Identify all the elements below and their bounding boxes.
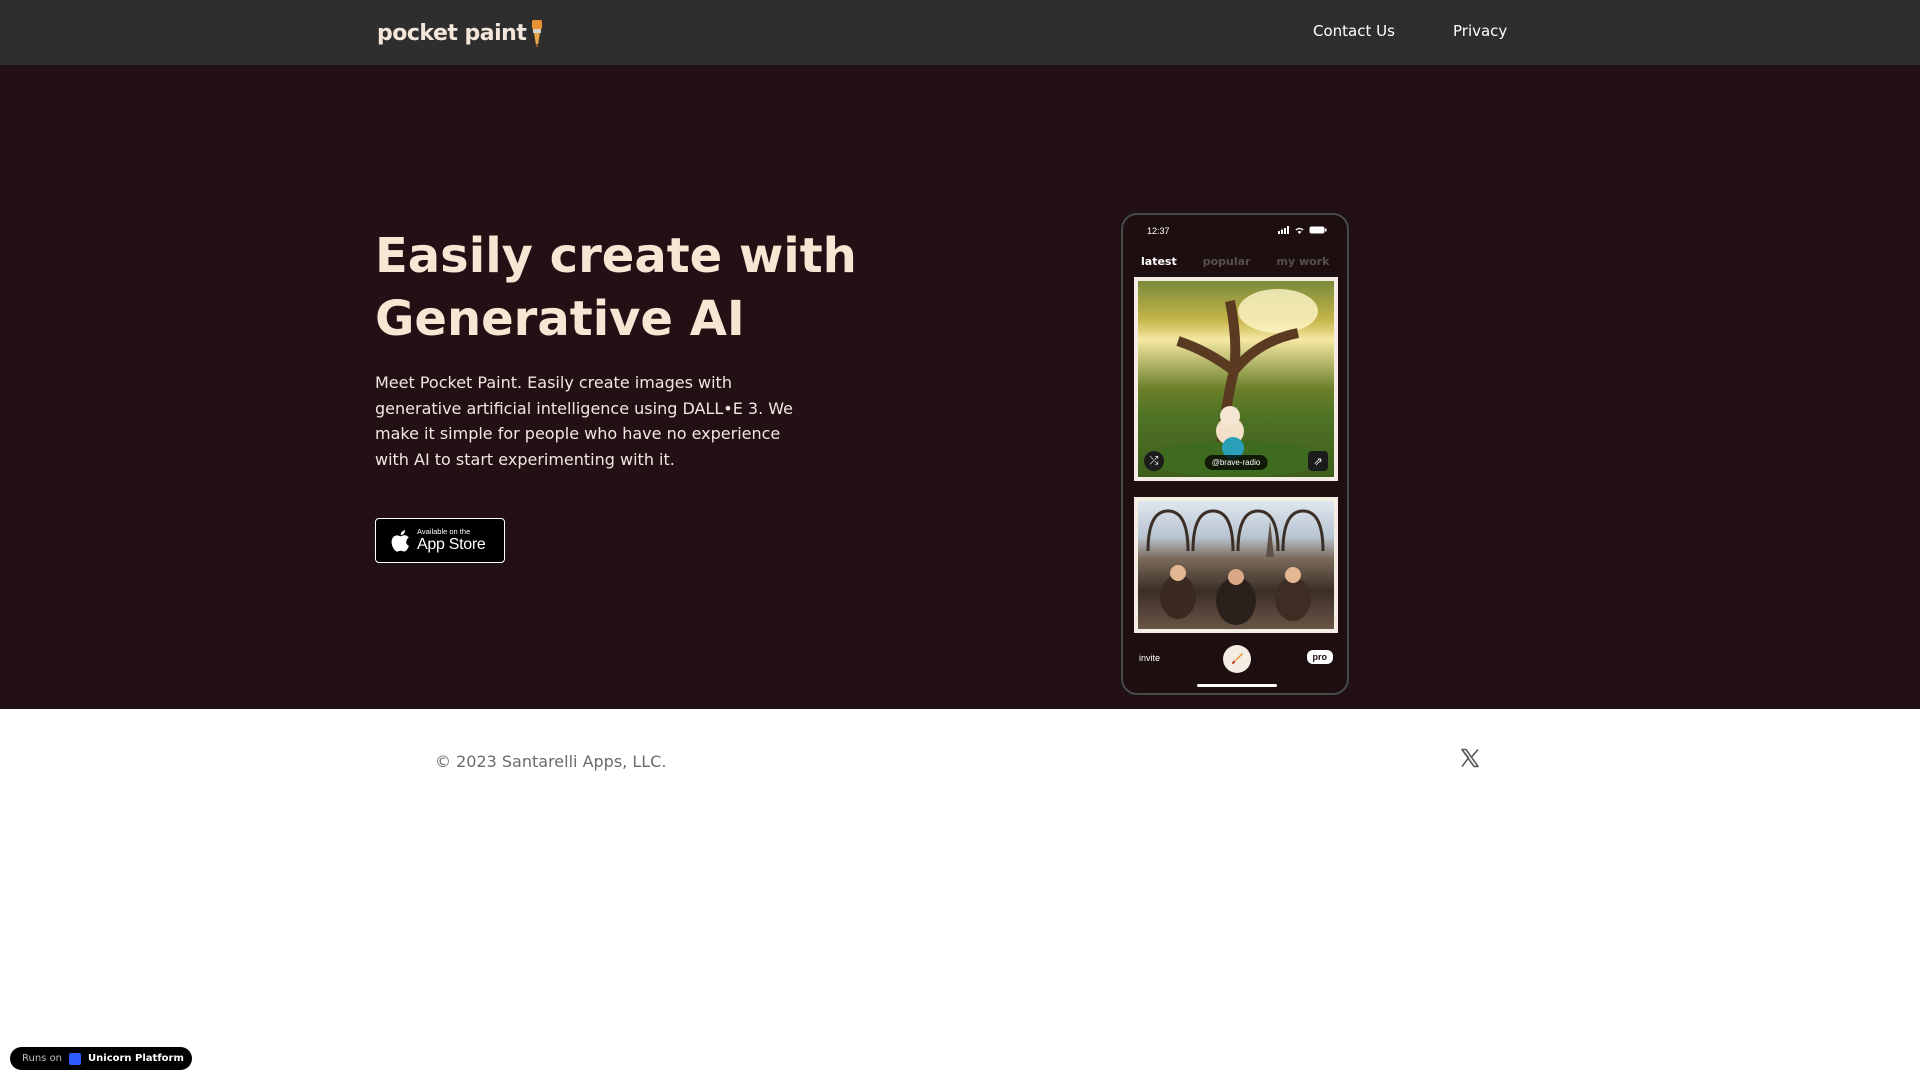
tree-illustration <box>1146 289 1326 477</box>
badge-platform-name: Unicorn Platform <box>88 1053 184 1064</box>
top-nav: pocket paint Contact Us Privacy <box>0 0 1920 65</box>
invite-link[interactable]: invite <box>1139 653 1160 663</box>
apple-icon <box>391 529 409 552</box>
shuffle-icon[interactable]: ⤮ <box>1144 451 1164 471</box>
signal-icon <box>1278 226 1289 234</box>
feed-card[interactable]: ⤮ @brave-radio ⇗ <box>1134 277 1338 481</box>
generated-image-paris-crowd <box>1138 501 1334 629</box>
phone-mockup: 12:37 latest popular my work ⤮ @brave-ra… <box>1121 213 1349 695</box>
generated-image-dog-tree: ⤮ @brave-radio ⇗ <box>1138 281 1334 477</box>
hero-section: Easily create with Generative AI Meet Po… <box>0 65 1920 709</box>
unicorn-logo-icon <box>69 1052 82 1065</box>
paintbrush-icon <box>1232 653 1243 664</box>
paris-illustration <box>1146 509 1325 625</box>
phone-bottom-bar: invite pro <box>1123 639 1347 679</box>
paintbrush-icon <box>532 20 543 47</box>
status-icons <box>1278 226 1327 234</box>
tab-popular[interactable]: popular <box>1203 255 1251 268</box>
headline-line-2: Generative AI <box>375 291 745 347</box>
feed-tabs: latest popular my work <box>1141 255 1341 268</box>
phone-status-bar: 12:37 <box>1123 223 1347 239</box>
feed-card[interactable] <box>1134 497 1338 633</box>
unicorn-platform-badge[interactable]: Runs on Unicorn Platform <box>10 1047 192 1070</box>
nav-privacy-link[interactable]: Privacy <box>1453 22 1507 40</box>
app-store-big-text: App Store <box>417 535 486 553</box>
share-icon[interactable]: ⇗ <box>1308 451 1328 471</box>
home-indicator <box>1197 684 1277 687</box>
headline-line-1: Easily create with <box>375 228 857 284</box>
x-icon[interactable] <box>1460 748 1480 768</box>
paint-button[interactable] <box>1223 645 1251 673</box>
logo-text: pocket paint <box>377 20 527 46</box>
battery-icon <box>1309 226 1327 234</box>
hero-headline: Easily create with Generative AI <box>375 225 935 351</box>
app-store-small-text: Available on the <box>417 527 471 537</box>
app-store-label: Available on the App Store <box>417 527 486 553</box>
tab-my-work[interactable]: my work <box>1276 255 1329 268</box>
hero-description: Meet Pocket Paint. Easily create images … <box>375 373 793 469</box>
logo[interactable]: pocket paint <box>377 18 544 48</box>
footer-copyright: © 2023 Santarelli Apps, LLC. <box>435 752 667 771</box>
nav-contact-link[interactable]: Contact Us <box>1313 22 1395 40</box>
tab-latest[interactable]: latest <box>1141 255 1177 268</box>
pro-badge[interactable]: pro <box>1306 650 1333 664</box>
status-time: 12:37 <box>1147 226 1170 236</box>
author-handle[interactable]: @brave-radio <box>1204 455 1268 470</box>
app-store-button[interactable]: Available on the App Store <box>375 518 505 563</box>
wifi-icon <box>1295 227 1304 234</box>
badge-runs-on-text: Runs on <box>22 1053 63 1064</box>
